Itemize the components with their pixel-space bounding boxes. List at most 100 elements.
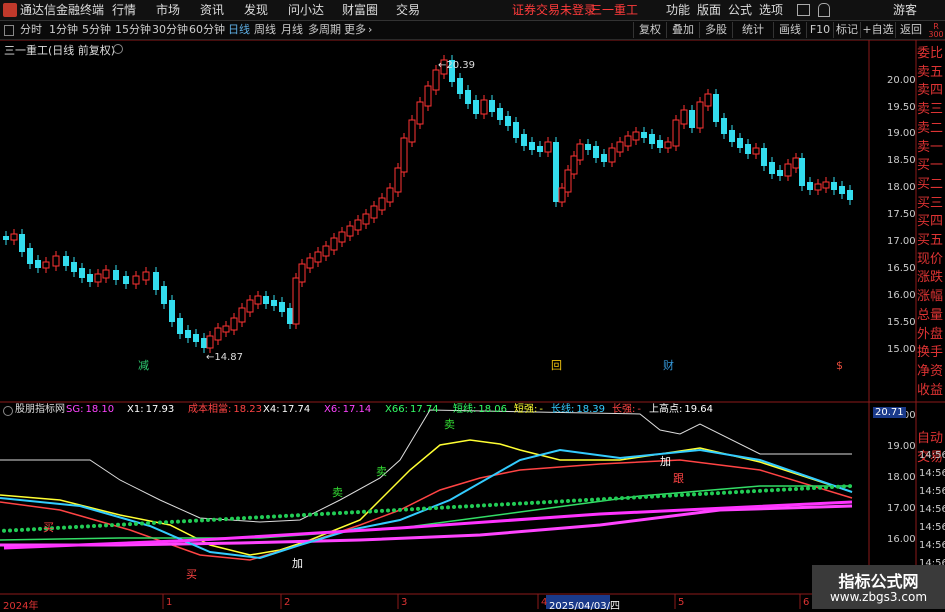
side-item[interactable]: 现价 [917,251,945,269]
btn-back[interactable]: 返回 [895,22,926,38]
candle-body [161,286,167,304]
indicator-settings-icon[interactable] [3,406,13,416]
menu-news[interactable]: 资讯 [200,0,224,20]
period-monthly[interactable]: 月线 [281,21,303,39]
signal-dot [98,523,102,528]
side-item[interactable]: 净资 [917,363,945,381]
menu-discover[interactable]: 发现 [244,0,268,20]
candle-body [400,137,408,173]
btn-stats[interactable]: 统计 [732,22,773,38]
menu-exchange[interactable]: 市场 [156,0,180,20]
marker-reduce[interactable]: 减 [138,359,149,372]
candle-body [408,119,416,143]
candle-body [3,236,9,240]
x-label: 6 [803,597,810,608]
side-item[interactable]: 买一 [917,157,945,175]
x-cursor-date: 2025/04/03/四 [549,601,621,612]
period-1min[interactable]: 1分钟 [49,21,78,39]
side-item[interactable]: 外盘 [917,326,945,344]
signal-dot [248,515,252,520]
signal-dot [110,523,114,528]
period-multi[interactable]: 多周期 [308,21,341,39]
period-60min[interactable]: 60分钟 [189,21,225,39]
menu-function[interactable]: 功能 [666,0,690,20]
btn-overlay[interactable]: 叠加 [666,22,699,38]
side-item[interactable]: 卖四 [917,82,945,100]
side-item[interactable]: 收益 [917,382,945,400]
side-item[interactable]: 买四 [917,213,945,231]
side-item[interactable]: 买三 [917,195,945,213]
btn-mark[interactable]: 标记 [833,22,860,38]
grid-icon[interactable] [4,25,14,36]
message-icon[interactable] [818,3,830,17]
menu-layout[interactable]: 版面 [697,0,721,20]
signal-dot [842,484,846,489]
sell-label: 卖 [332,486,343,499]
param-value: 18.06 [478,404,508,415]
period-5min[interactable]: 5分钟 [82,21,111,39]
side-item[interactable]: 委比 [917,45,945,63]
btn-f10[interactable]: F10 [806,22,833,38]
period-30min[interactable]: 30分钟 [152,21,188,39]
signal-dot [224,517,228,522]
signal-dot [74,524,78,529]
signal-dot [662,493,666,498]
follow-label: 跟 [673,472,684,485]
side-item[interactable]: 卖二 [917,120,945,138]
signal-dot [350,510,354,515]
side-item[interactable]: 换手 [917,344,945,362]
marker-dividend[interactable]: $ [836,359,843,372]
btn-multistock[interactable]: 多股 [699,22,732,38]
menu-options[interactable]: 选项 [759,0,783,20]
watermark: 指标公式网 www.zbgs3.com [812,565,945,609]
user-label[interactable]: 游客 [893,0,917,20]
indicator-name[interactable]: 股朋指标网 [15,403,65,417]
btn-draw[interactable]: 画线 [773,22,806,38]
period-timeshare[interactable]: 分时 [20,21,42,39]
candle-body [473,100,479,114]
title-bar: 通达信金融终端 行情 市场 资讯 发现 问小达 财富圈 交易 证券交易未登录 三… [0,0,945,21]
login-notice[interactable]: 证券交易未登录 [512,0,596,20]
side-item[interactable]: 涨幅 [917,288,945,306]
menu-formula[interactable]: 公式 [728,0,752,20]
stock-name: 三一重工 [590,3,639,17]
signal-dot [2,528,6,533]
y-tick: 15.00 [887,344,916,355]
side-item[interactable]: 买五 [917,232,945,250]
period-weekly[interactable]: 周线 [254,21,276,39]
chart-settings-icon[interactable] [113,44,123,54]
period-15min[interactable]: 15分钟 [115,21,151,39]
menu-market[interactable]: 行情 [112,0,136,20]
signal-dot [620,496,624,501]
side-item[interactable]: 卖三 [917,101,945,119]
period-more[interactable]: 更多 [344,21,366,39]
signal-dot [566,499,570,503]
candle-body [847,190,853,200]
side-item[interactable]: 总量 [917,307,945,325]
chevron-right-icon[interactable]: › [368,21,372,39]
candle-body [465,90,471,104]
time-label: 14:56 [919,468,945,479]
side-item[interactable]: 卖五 [917,64,945,82]
menu-ask[interactable]: 问小达 [288,0,324,20]
side-item[interactable]: 买二 [917,176,945,194]
time-label: 14:56 [919,450,945,461]
signal-dot [374,509,378,514]
btn-add-favorite[interactable]: +自选 [860,22,895,38]
signal-dot [602,497,606,502]
marker-buyback[interactable]: 回 [551,359,562,372]
period-daily[interactable]: 日线 [228,21,250,39]
side-item[interactable]: 涨跌 [917,269,945,287]
marker-finance[interactable]: 财 [663,358,674,372]
btn-adjust[interactable]: 复权 [633,22,666,38]
signal-dot [212,517,216,522]
candle-body [238,307,246,323]
window-icon[interactable] [797,4,810,16]
candle-body [63,256,69,266]
menu-trade[interactable]: 交易 [396,0,420,20]
side-item[interactable]: 卖一 [917,139,945,157]
candle-body [761,148,767,166]
side-item[interactable]: 自动 [917,430,945,448]
menu-wealth[interactable]: 财富圈 [342,0,378,20]
candle-body [330,237,338,251]
